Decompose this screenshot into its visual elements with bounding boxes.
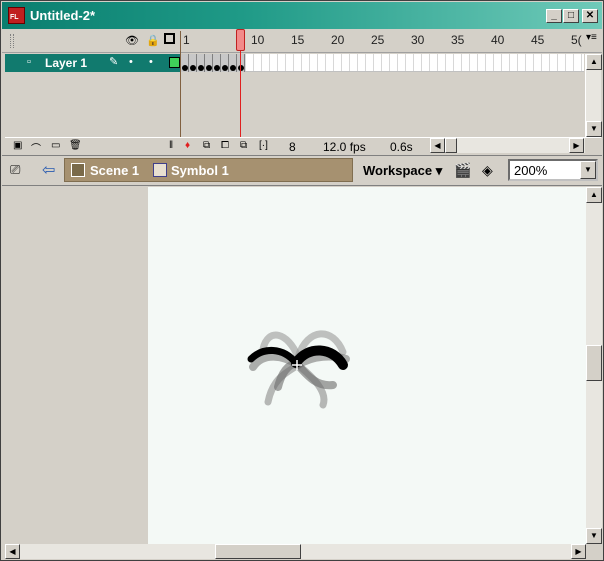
scroll-thumb[interactable] (586, 345, 602, 381)
stage-vertical-scrollbar[interactable]: ▲ ▼ (586, 187, 602, 544)
add-motion-guide-icon[interactable]: ⌒ (31, 140, 41, 155)
workspace-menu[interactable]: Workspace ▾ (363, 163, 442, 179)
breadcrumb: Scene 1 Symbol 1 (64, 158, 353, 182)
ruler-number: 5( (571, 33, 582, 47)
stage[interactable] (148, 187, 586, 544)
layer-icon: ▫ (27, 56, 31, 68)
scroll-left-arrow[interactable]: ◀ (430, 138, 445, 153)
flash-app-icon[interactable]: FL (8, 7, 25, 24)
onion-skin-icon[interactable]: ⧉ (203, 140, 210, 151)
breadcrumb-symbol[interactable]: Symbol 1 (171, 163, 229, 178)
timeline-horizontal-scrollbar[interactable]: ◀ ▶ (430, 138, 585, 153)
scroll-thumb[interactable] (445, 138, 457, 153)
keyframe-dot (190, 65, 196, 71)
scene-icon (71, 163, 85, 177)
keyframe-dot (214, 65, 220, 71)
trash-icon[interactable]: 🗑 (69, 140, 82, 151)
insert-layer-icon[interactable]: ▣ (13, 140, 22, 151)
frame-rate: 12.0 fps (323, 140, 366, 154)
playhead-line (240, 51, 241, 138)
edit-symbols-icon[interactable]: ◈ (482, 162, 493, 179)
close-button[interactable]: ✕ (582, 9, 598, 23)
scroll-right-arrow[interactable]: ▶ (571, 544, 586, 559)
zoom-select[interactable]: 200% ▼ (508, 159, 598, 181)
modify-onion-markers-icon[interactable]: [·] (259, 140, 268, 151)
keyframe-dot (182, 65, 188, 71)
ruler-number: 1 (183, 33, 190, 47)
symbol-artwork[interactable] (148, 187, 586, 544)
chevron-down-icon[interactable]: ▼ (580, 161, 596, 179)
stage-horizontal-scrollbar[interactable]: ◀ ▶ (5, 544, 586, 559)
minimize-button[interactable]: _ (546, 9, 562, 23)
lock-icon[interactable]: 🔒 (146, 34, 160, 47)
edit-scene-icon[interactable]: 🎬 (454, 162, 471, 179)
keyframe-dot (206, 65, 212, 71)
app-icon-label: FL (10, 14, 19, 21)
workspace-label: Workspace (363, 163, 433, 178)
scroll-left-arrow[interactable]: ◀ (5, 544, 20, 559)
visibility-dot[interactable]: • (129, 56, 133, 68)
onion-skin-marker[interactable] (180, 31, 181, 138)
window-title: Untitled-2* (30, 8, 95, 23)
maximize-button[interactable]: □ (563, 9, 579, 23)
scroll-down-arrow[interactable]: ▼ (586, 528, 602, 544)
ruler-number: 20 (331, 33, 345, 47)
timeline-toggle-icon[interactable]: ⎚ (10, 162, 20, 178)
scroll-thumb[interactable] (215, 544, 301, 559)
onion-stroke (294, 361, 337, 390)
ruler-number: 45 (531, 33, 545, 47)
playhead[interactable] (236, 29, 245, 51)
timeline-menu-icon[interactable]: ▾≡ (586, 32, 597, 43)
timeline-vertical-scrollbar[interactable]: ▲ ▼ (585, 54, 602, 137)
ruler-number: 10 (251, 33, 265, 47)
onion-skin-outlines-icon[interactable]: ⧠ (221, 140, 229, 151)
eye-icon[interactable]: 👁 (125, 34, 139, 47)
scroll-up-arrow[interactable]: ▲ (586, 54, 602, 70)
breadcrumb-scene[interactable]: Scene 1 (90, 163, 139, 178)
timeline-grip[interactable] (10, 34, 14, 48)
elapsed-time: 0.6s (390, 140, 413, 154)
lock-dot[interactable]: • (149, 56, 153, 68)
back-arrow-icon[interactable]: ⇦ (42, 160, 55, 180)
ruler-number: 40 (491, 33, 505, 47)
layer-name: Layer 1 (45, 56, 88, 70)
zoom-value: 200% (514, 163, 548, 178)
keyframe-dot (230, 65, 236, 71)
scroll-right-arrow[interactable]: ▶ (569, 138, 584, 153)
current-frame: 8 (289, 140, 296, 154)
outline-icon[interactable] (164, 33, 175, 44)
scroll-up-arrow[interactable]: ▲ (586, 187, 602, 203)
scroll-down-arrow[interactable]: ▼ (586, 121, 602, 137)
ruler-number: 15 (291, 33, 305, 47)
keyframe-dot (198, 65, 204, 71)
ruler-number: 35 (451, 33, 465, 47)
status-divider-icon: ‖ (169, 140, 174, 151)
keyframe-dot (238, 65, 244, 71)
timeline-empty-area (5, 73, 584, 136)
pencil-icon: ✎ (109, 56, 119, 68)
symbol-icon (153, 163, 167, 177)
center-frame-icon[interactable]: ♦ (185, 140, 190, 151)
ruler-number: 25 (371, 33, 385, 47)
keyframe-dot (222, 65, 228, 71)
layer-outline-color[interactable] (169, 57, 180, 68)
insert-folder-icon[interactable]: ▭ (51, 140, 60, 151)
edit-multiple-frames-icon[interactable]: ⧉ (240, 140, 247, 151)
flash-document-window: FL Untitled-2* _ □ ✕ 👁 🔒 1 10 15 20 25 3… (0, 0, 604, 561)
layer-row[interactable]: ▫ Layer 1 ✎ • • (5, 54, 180, 72)
title-bar[interactable]: FL Untitled-2* _ □ ✕ (2, 2, 602, 29)
ruler-number: 30 (411, 33, 425, 47)
